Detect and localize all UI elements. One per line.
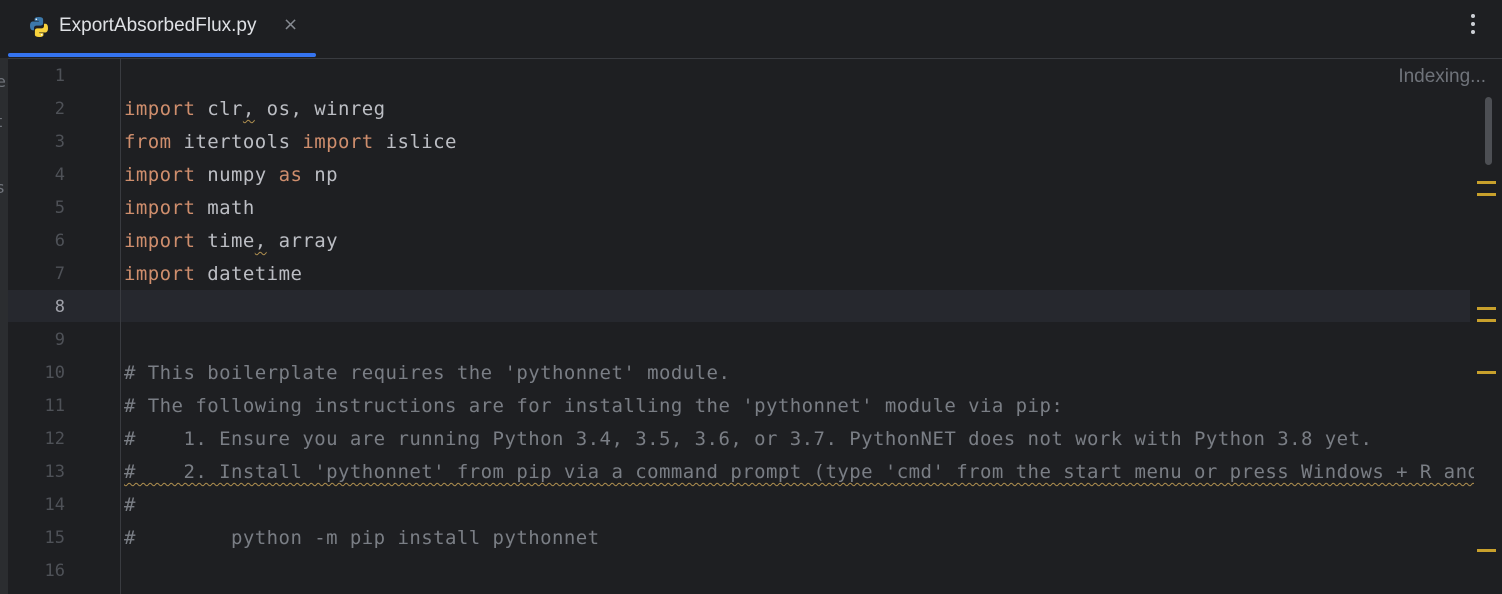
code-line: import datetime — [124, 258, 302, 291]
warning-marker[interactable] — [1477, 371, 1496, 374]
identifier-token: , — [254, 230, 267, 252]
line-number: 16 — [44, 561, 65, 581]
code-line: # The following instructions are for ins… — [124, 390, 1063, 423]
line-number: 1 — [54, 66, 65, 86]
line-number: 13 — [44, 462, 65, 482]
line-number: 3 — [54, 132, 65, 152]
identifier-token: clr — [195, 98, 243, 120]
line-number: 11 — [44, 396, 65, 416]
keyword-token: as — [278, 164, 303, 186]
active-tab-indicator — [8, 53, 316, 57]
line-number: 9 — [54, 330, 65, 350]
code-line: import time, array — [124, 225, 338, 258]
identifier-token: itertools — [171, 131, 303, 153]
code-line: # This boilerplate requires the 'pythonn… — [124, 357, 730, 390]
warning-marker[interactable] — [1477, 193, 1496, 196]
editor-tab-bar: ExportAbsorbedFlux.py × — [0, 0, 1502, 59]
tab-exportabsorbedflux[interactable]: ExportAbsorbedFlux.py × — [8, 0, 316, 58]
code-line: # 1. Ensure you are running Python 3.4, … — [124, 423, 1372, 456]
line-number: 6 — [54, 231, 65, 251]
more-options-icon[interactable] — [1470, 14, 1476, 40]
code-line: # — [124, 489, 136, 522]
identifier-token: array — [266, 230, 339, 252]
indexing-status: Indexing... — [1398, 66, 1486, 87]
keyword-token: import — [124, 98, 196, 120]
left-panel-fragment: t — [0, 112, 2, 131]
code-editor[interactable]: import clr, os, winreg from itertools imp… — [124, 59, 1474, 594]
keyword-token: import — [124, 164, 196, 186]
line-number: 8 — [54, 297, 65, 317]
identifier-token: os, winreg — [254, 98, 386, 120]
code-line: import clr, os, winreg — [124, 93, 386, 126]
scrollbar-thumb[interactable] — [1485, 97, 1492, 165]
line-number-gutter[interactable]: 1 2 3 4 5 6 7 8 9 10 11 12 13 14 15 16 — [8, 59, 121, 594]
line-number: 12 — [44, 429, 65, 449]
identifier-token: time — [195, 230, 255, 252]
line-number: 14 — [44, 495, 65, 515]
code-line: from itertools import islice — [124, 126, 457, 159]
identifier-token: datetime — [195, 263, 303, 285]
line-number: 10 — [44, 363, 65, 383]
vertical-scrollbar[interactable] — [1475, 59, 1502, 594]
python-icon — [30, 17, 48, 37]
code-line: import numpy as np — [124, 159, 338, 192]
left-panel-edge: e t s — [0, 58, 8, 594]
comment-token: # — [124, 494, 136, 516]
warning-marker[interactable] — [1477, 307, 1496, 310]
code-line: # 2. Install 'pythonnet' from pip via a … — [124, 456, 1474, 489]
identifier-token: math — [195, 197, 255, 219]
keyword-token: import — [302, 131, 374, 153]
line-number: 7 — [54, 264, 65, 284]
tab-title: ExportAbsorbedFlux.py — [59, 15, 257, 36]
left-panel-fragment: e — [0, 72, 6, 91]
keyword-token: import — [124, 263, 196, 285]
keyword-token: import — [124, 197, 196, 219]
warning-marker[interactable] — [1477, 181, 1496, 184]
identifier-token: , — [242, 98, 255, 120]
line-number: 15 — [44, 528, 65, 548]
identifier-token: numpy — [195, 164, 279, 186]
keyword-token: import — [124, 230, 196, 252]
comment-token: # python -m pip install pythonnet — [124, 527, 600, 549]
line-number: 4 — [54, 165, 65, 185]
keyword-token: from — [124, 131, 172, 153]
comment-token: # The following instructions are for ins… — [124, 395, 1064, 417]
code-line: import math — [124, 192, 255, 225]
line-number: 2 — [54, 99, 65, 119]
comment-token: # This boilerplate requires the 'pythonn… — [124, 362, 731, 384]
warning-marker[interactable] — [1477, 319, 1496, 322]
identifier-token: np — [302, 164, 339, 186]
comment-token: # 2. Install 'pythonnet' from pip via a … — [124, 461, 1474, 483]
identifier-token: islice — [373, 131, 457, 153]
code-line: # python -m pip install pythonnet — [124, 522, 600, 555]
close-icon[interactable]: × — [283, 14, 298, 35]
left-panel-fragment: s — [0, 178, 5, 197]
line-number: 5 — [54, 198, 65, 218]
warning-marker[interactable] — [1477, 549, 1496, 552]
comment-token: # 1. Ensure you are running Python 3.4, … — [124, 428, 1373, 450]
